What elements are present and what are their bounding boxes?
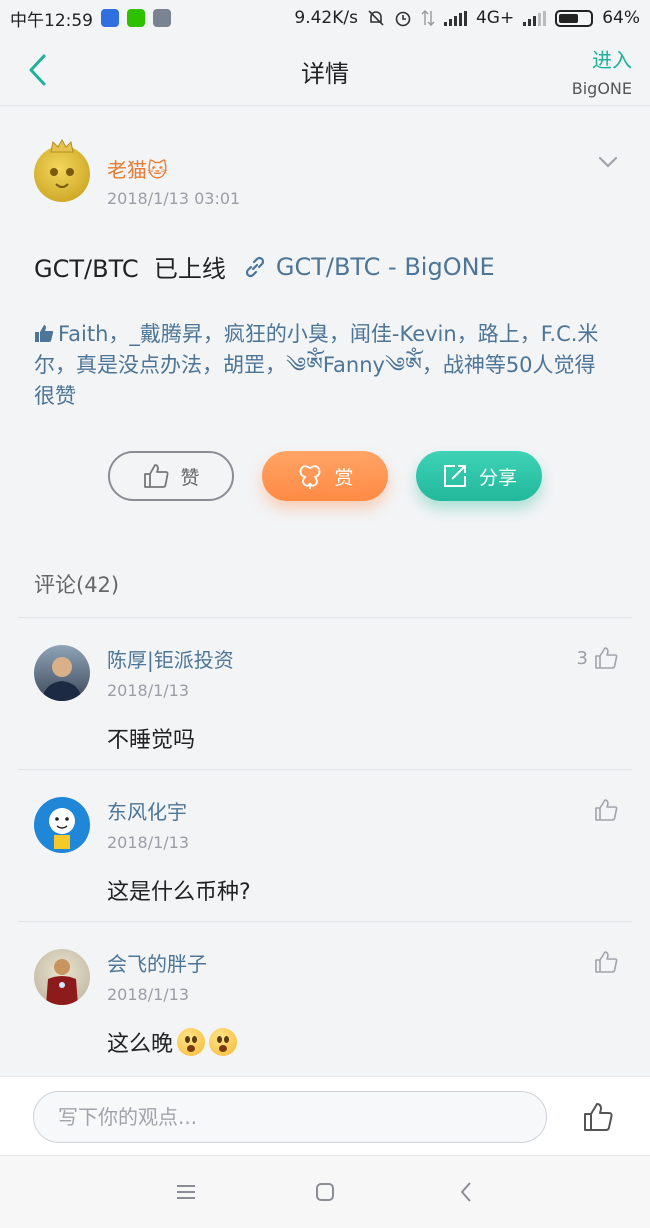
status-time: 中午12:59: [10, 10, 93, 31]
comment-like-button[interactable]: 3: [577, 646, 618, 670]
menu-icon[interactable]: [173, 1179, 199, 1205]
comment-date: 2018/1/13: [107, 985, 190, 1004]
commenter-name[interactable]: 会飞的胖子: [107, 948, 207, 977]
likers-text: Faith，_戴腾昇，疯狂的小臭，闻佳-Kevin，路上，F.C.米尔，真是没点…: [34, 322, 599, 408]
wechat-app-icon: [127, 9, 145, 27]
comment-input-bar: [0, 1076, 650, 1156]
enter-sub-label: BigONE: [571, 79, 632, 98]
post-content: GCT/BTC 已上线 GCT/BTC - BigONE: [34, 249, 495, 284]
crown-icon: [50, 139, 74, 153]
tip-button[interactable]: 赏: [262, 451, 388, 501]
post-time: 2018/1/13 03:01: [107, 189, 241, 208]
share-label: 分享: [478, 466, 517, 489]
battery-percent: 64%: [602, 8, 640, 28]
network-type: 4G+: [475, 8, 515, 28]
status-bar: 中午12:59 9.42K/s 4G+ 64%: [0, 0, 650, 36]
comment-item: 陈厚|钜派投资 2018/1/13 不睡觉吗 3: [0, 618, 650, 770]
top-nav-bar: 详情 进入 BigONE: [0, 36, 650, 106]
cat-face-icon: [50, 168, 74, 188]
system-nav-bar: [0, 1157, 650, 1228]
battery-icon: [555, 9, 594, 27]
commenter-avatar[interactable]: [34, 797, 90, 853]
thumb-up-icon: [595, 647, 618, 669]
thumb-up-icon: [595, 951, 618, 973]
person-icon: [42, 657, 82, 701]
thumb-up-icon: [144, 464, 169, 488]
ironman-icon: [46, 959, 78, 1005]
chevron-down-icon[interactable]: [596, 152, 620, 172]
alarm-icon: [395, 11, 411, 27]
shield-app-icon: [101, 9, 119, 27]
signal-icon: [443, 10, 467, 26]
calculator-app-icon: [153, 9, 171, 27]
signal-icon-2: [523, 10, 547, 26]
thumb-up-icon: [595, 799, 618, 821]
thumb-up-icon[interactable]: [583, 1102, 613, 1132]
comment-text: 这是什么币种?: [107, 880, 251, 905]
post-link[interactable]: GCT/BTC - BigONE: [226, 253, 495, 281]
link-icon: [245, 256, 264, 277]
author-avatar[interactable]: [34, 146, 90, 202]
comment-text: 这么晚: [107, 1032, 174, 1057]
comment-like-count: 3: [576, 647, 588, 669]
comment-like-button[interactable]: [594, 950, 618, 974]
commenter-name[interactable]: 东风化宇: [107, 796, 187, 825]
home-icon[interactable]: [312, 1179, 338, 1205]
post-text: GCT/BTC 已上线: [34, 255, 226, 283]
share-button[interactable]: 分享: [416, 451, 542, 501]
comment-item: 东风化宇 2018/1/13 这是什么币种?: [0, 770, 650, 922]
tip-label: 赏: [334, 466, 354, 489]
data-transfer-icon: [421, 10, 435, 26]
page-title: 详情: [301, 60, 349, 88]
comment-text-row: 这么晚: [107, 1026, 238, 1058]
comment-like-button[interactable]: [594, 798, 618, 822]
comment-date: 2018/1/13: [107, 833, 190, 852]
cartoon-face-icon: [49, 808, 75, 849]
mute-icon: [368, 10, 384, 26]
author-name[interactable]: 老猫🐱: [107, 154, 168, 183]
post-link-text: GCT/BTC - BigONE: [275, 252, 495, 281]
enter-label: 进入: [592, 48, 632, 72]
nav-back-icon[interactable]: [454, 1179, 480, 1205]
comment-text: 不睡觉吗: [107, 728, 196, 753]
network-speed: 9.42K/s: [294, 8, 358, 28]
astonished-emoji-icon: [177, 1028, 206, 1056]
comment-date: 2018/1/13: [107, 681, 190, 700]
flower-icon: [300, 465, 321, 489]
comment-item: 会飞的胖子 2018/1/13 这么晚: [0, 922, 650, 1074]
like-button[interactable]: 赞: [108, 451, 234, 501]
commenter-name[interactable]: 陈厚|钜派投资: [107, 644, 234, 673]
commenter-avatar[interactable]: [34, 949, 90, 1005]
comments-title: 评论(42): [34, 573, 120, 597]
thumb-up-icon: [35, 325, 54, 342]
astonished-emoji-icon: [209, 1028, 238, 1056]
likers-list[interactable]: Faith，_戴腾昇，疯狂的小臭，闻佳-Kevin，路上，F.C.米尔，真是没点…: [34, 319, 614, 412]
share-icon: [443, 465, 466, 487]
enter-bigone-button[interactable]: 进入 BigONE: [572, 44, 632, 98]
commenter-avatar[interactable]: [34, 645, 90, 701]
comment-input[interactable]: [33, 1091, 547, 1143]
like-label: 赞: [180, 466, 200, 489]
